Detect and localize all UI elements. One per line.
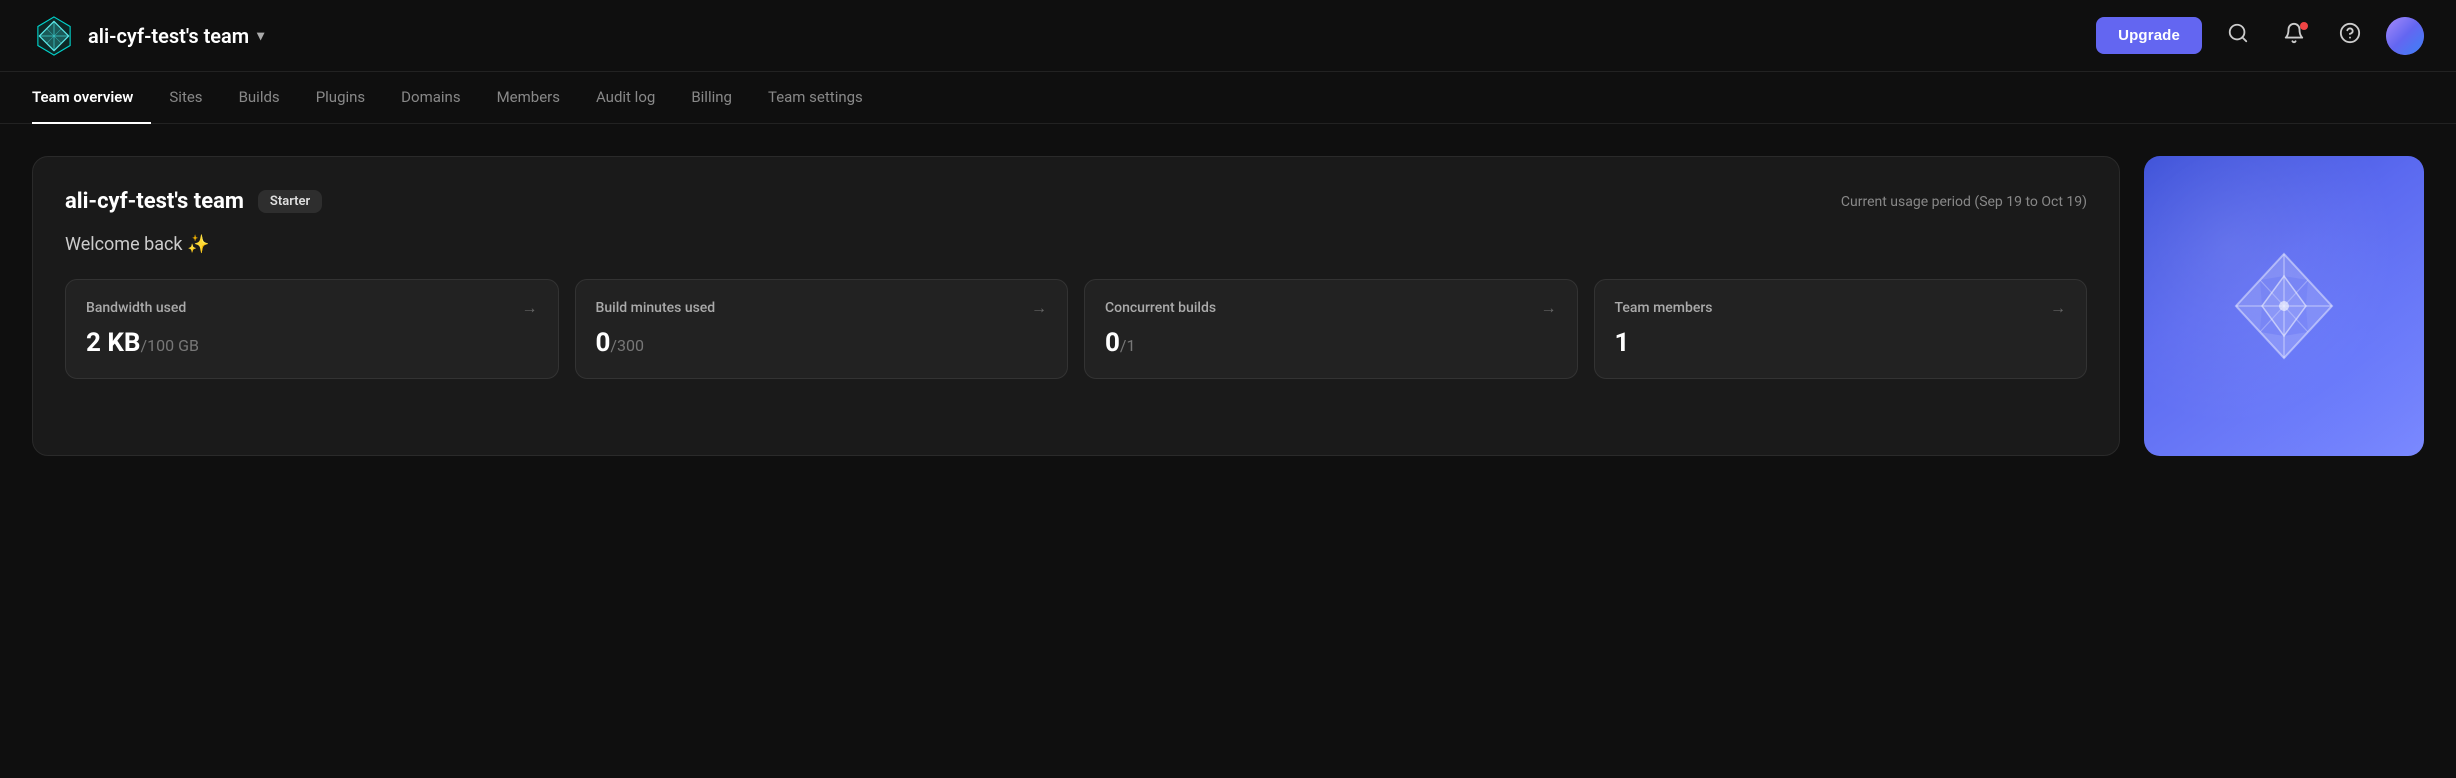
avatar-image bbox=[2386, 17, 2424, 55]
build-minutes-label: Build minutes used bbox=[596, 300, 716, 316]
notification-badge bbox=[2300, 22, 2308, 30]
user-avatar[interactable] bbox=[2386, 17, 2424, 55]
nav-item-plugins[interactable]: Plugins bbox=[298, 72, 383, 124]
upgrade-button[interactable]: Upgrade bbox=[2096, 17, 2202, 54]
netlify-logo bbox=[32, 14, 76, 58]
team-card-title: ali-cyf-test's team bbox=[65, 189, 244, 214]
bandwidth-limit: /100 GB bbox=[141, 336, 199, 355]
build-minutes-value: 0 bbox=[596, 328, 611, 358]
bandwidth-value: 2 KB bbox=[86, 328, 141, 358]
team-name-text: ali-cyf-test's team bbox=[88, 24, 249, 48]
bandwidth-label: Bandwidth used bbox=[86, 300, 186, 316]
help-icon bbox=[2339, 22, 2361, 50]
team-title-row: ali-cyf-test's team Starter bbox=[65, 189, 322, 214]
team-members-arrow: → bbox=[2050, 298, 2066, 318]
header-left: ali-cyf-test's team ▾ bbox=[32, 14, 264, 58]
bandwidth-value-row: 2 KB/100 GB bbox=[86, 328, 538, 358]
main-content: ali-cyf-test's team Starter Current usag… bbox=[0, 124, 2456, 488]
concurrent-builds-label: Concurrent builds bbox=[1105, 300, 1216, 316]
welcome-message: Welcome back ✨ bbox=[65, 234, 2087, 255]
promo-card bbox=[2144, 156, 2424, 456]
nav-item-members[interactable]: Members bbox=[479, 72, 578, 124]
promo-logo-icon bbox=[2224, 246, 2344, 366]
plan-badge: Starter bbox=[258, 190, 322, 213]
stat-label-row-members: Team members → bbox=[1615, 298, 2067, 318]
build-minutes-value-row: 0/300 bbox=[596, 328, 1048, 358]
team-members-value-row: 1 bbox=[1615, 328, 2067, 358]
concurrent-builds-value-row: 0/1 bbox=[1105, 328, 1557, 358]
build-minutes-limit: /300 bbox=[610, 336, 644, 355]
search-icon bbox=[2227, 22, 2249, 50]
team-members-value: 1 bbox=[1615, 328, 1630, 358]
nav-item-team-overview[interactable]: Team overview bbox=[32, 72, 151, 124]
stat-card-bandwidth[interactable]: Bandwidth used → 2 KB/100 GB bbox=[65, 279, 559, 379]
nav-item-billing[interactable]: Billing bbox=[673, 72, 750, 124]
usage-period-text: Current usage period (Sep 19 to Oct 19) bbox=[1841, 194, 2087, 210]
bandwidth-arrow: → bbox=[522, 298, 538, 318]
notifications-button[interactable] bbox=[2274, 16, 2314, 56]
concurrent-builds-value: 0 bbox=[1105, 328, 1120, 358]
team-name-button[interactable]: ali-cyf-test's team ▾ bbox=[88, 24, 264, 48]
stats-grid: Bandwidth used → 2 KB/100 GB Build minut… bbox=[65, 279, 2087, 379]
nav-item-domains[interactable]: Domains bbox=[383, 72, 478, 124]
main-nav: Team overview Sites Builds Plugins Domai… bbox=[0, 72, 2456, 124]
nav-item-team-settings[interactable]: Team settings bbox=[750, 72, 881, 124]
stat-label-row-build-minutes: Build minutes used → bbox=[596, 298, 1048, 318]
stat-label-row-concurrent: Concurrent builds → bbox=[1105, 298, 1557, 318]
header-right: Upgrade bbox=[2096, 16, 2424, 56]
team-card-header: ali-cyf-test's team Starter Current usag… bbox=[65, 189, 2087, 214]
stat-card-concurrent-builds[interactable]: Concurrent builds → 0/1 bbox=[1084, 279, 1578, 379]
stat-label-row-bandwidth: Bandwidth used → bbox=[86, 298, 538, 318]
nav-item-audit-log[interactable]: Audit log bbox=[578, 72, 673, 124]
nav-item-builds[interactable]: Builds bbox=[221, 72, 298, 124]
stat-card-build-minutes[interactable]: Build minutes used → 0/300 bbox=[575, 279, 1069, 379]
search-button[interactable] bbox=[2218, 16, 2258, 56]
team-dropdown-chevron: ▾ bbox=[257, 28, 264, 44]
concurrent-builds-arrow: → bbox=[1541, 298, 1557, 318]
team-members-label: Team members bbox=[1615, 300, 1713, 316]
nav-item-sites[interactable]: Sites bbox=[151, 72, 220, 124]
concurrent-builds-limit: /1 bbox=[1120, 336, 1136, 355]
team-overview-card: ali-cyf-test's team Starter Current usag… bbox=[32, 156, 2120, 456]
stat-card-team-members[interactable]: Team members → 1 bbox=[1594, 279, 2088, 379]
help-button[interactable] bbox=[2330, 16, 2370, 56]
build-minutes-arrow: → bbox=[1031, 298, 1047, 318]
header: ali-cyf-test's team ▾ Upgrade bbox=[0, 0, 2456, 72]
